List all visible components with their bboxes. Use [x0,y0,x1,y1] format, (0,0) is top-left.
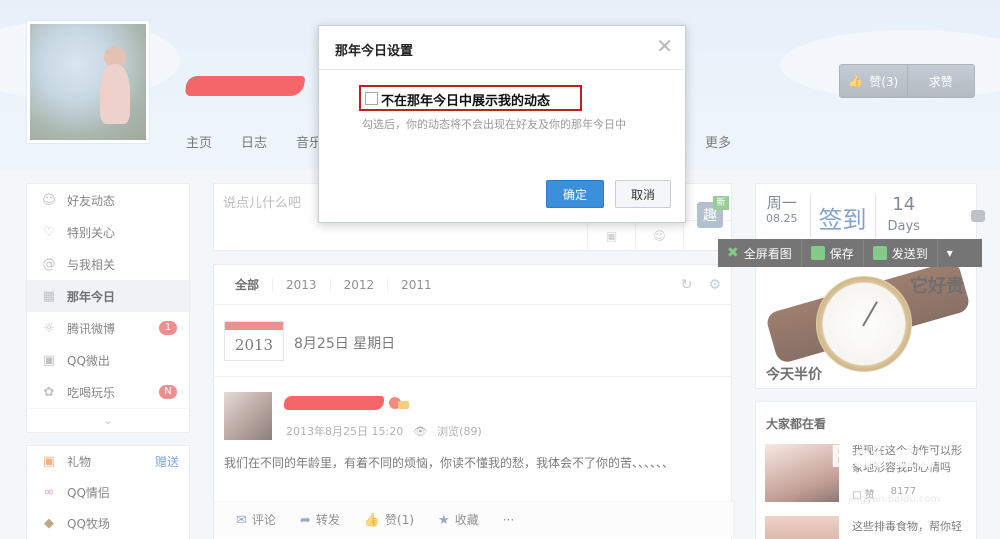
dialog-title: 那年今日设置 [335,44,414,59]
baidu-watermark: Bai du jingyan.baidu.com [830,440,980,510]
hide-my-posts-checkbox[interactable] [365,92,378,105]
close-icon[interactable]: ✕ [656,36,673,56]
checkbox-label[interactable]: 不在那年今日中展示我的动态 [381,90,550,109]
watermark-text: Bai du [830,440,937,475]
watermark-url: jingyan.baidu.com [848,494,941,505]
this-day-settings-dialog: 那年今日设置 ✕ 不在那年今日中展示我的动态 勾选后，你的动态将不会出现在好友及… [318,25,686,223]
dialog-hint: 勾选后，你的动态将不会出现在好友及你的那年今日中 [362,118,626,131]
dialog-header: 那年今日设置 ✕ [319,26,685,70]
cancel-button[interactable]: 取消 [615,180,671,208]
confirm-button[interactable]: 确定 [546,180,604,208]
